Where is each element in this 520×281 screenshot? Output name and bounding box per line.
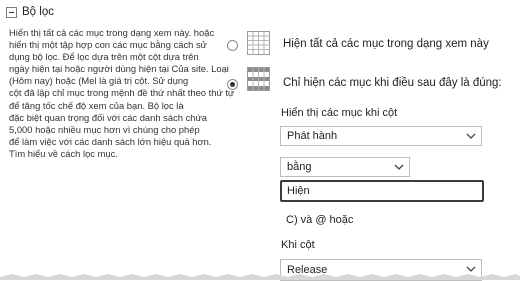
show-all-radio[interactable] <box>227 40 238 51</box>
column-select[interactable]: Phát hành <box>280 126 482 146</box>
second-column-label: Khi cột <box>281 239 315 251</box>
chevron-down-icon <box>394 164 404 170</box>
show-all-label: Hiện tất cả các mục trong dạng xem này <box>283 38 489 50</box>
torn-edge <box>0 274 520 280</box>
operator-select[interactable]: bằng <box>280 157 410 177</box>
column-label: Hiển thị các mục khi cột <box>281 107 398 119</box>
and-or-label[interactable]: C) và @ hoặc <box>286 214 353 226</box>
filtered-table-icon <box>247 67 270 91</box>
filter-value-text: Hiện <box>287 185 310 197</box>
operator-select-value: bằng <box>287 161 312 173</box>
show-when-label: Chỉ hiện các mục khi điều sau đây là đún… <box>283 77 502 89</box>
column-select-value: Phát hành <box>287 130 338 142</box>
filter-header[interactable]: Bộ lọc <box>6 6 54 18</box>
chevron-down-icon <box>466 133 476 139</box>
collapse-icon[interactable] <box>6 6 17 18</box>
table-icon <box>247 31 270 55</box>
filter-description: Hiển thị tất cả các mục trong dạng xem n… <box>9 27 235 159</box>
show-when-radio[interactable] <box>227 79 238 90</box>
filter-value-input[interactable]: Hiện <box>280 180 484 202</box>
section-title: Bộ lọc <box>22 6 54 18</box>
